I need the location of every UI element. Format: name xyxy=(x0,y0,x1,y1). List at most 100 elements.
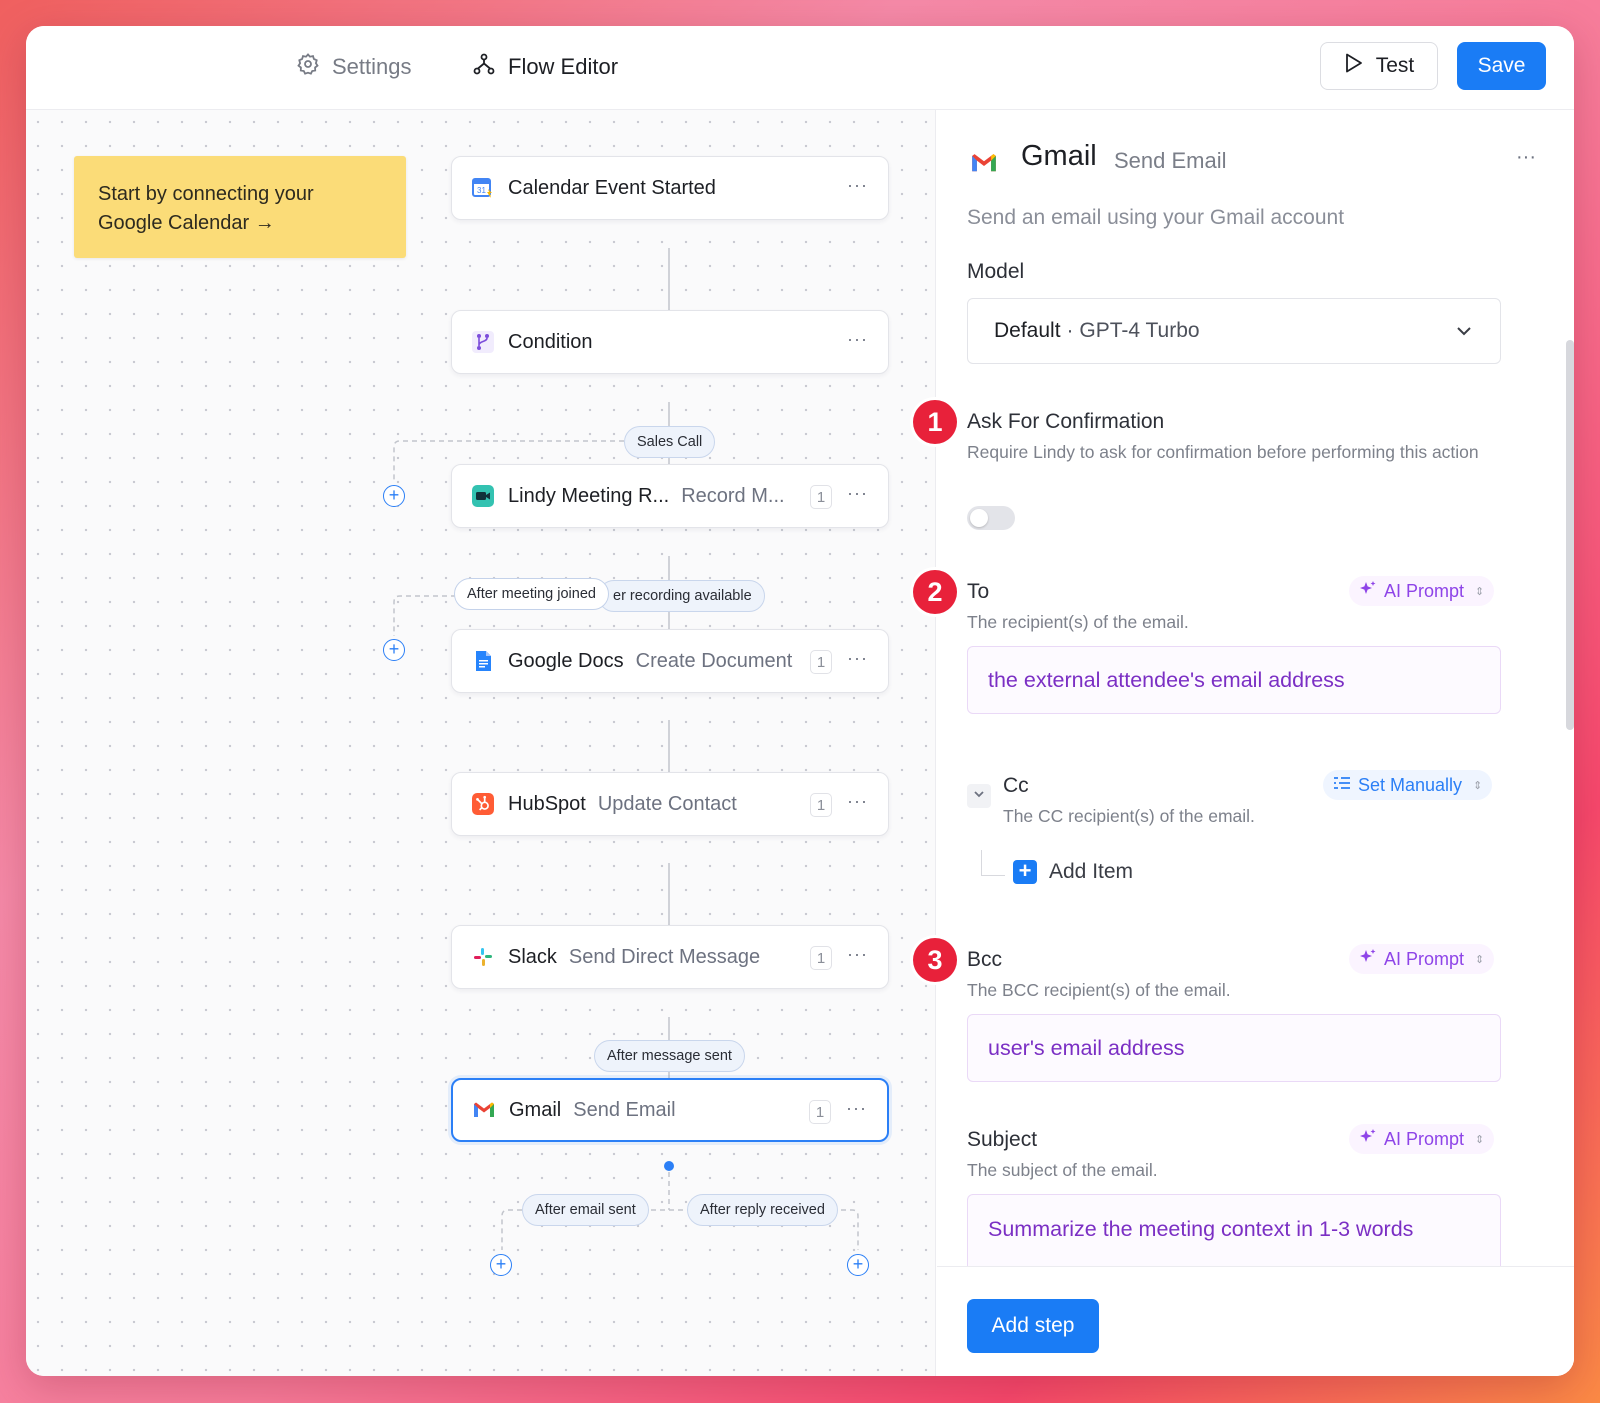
play-icon xyxy=(1344,52,1364,80)
test-button[interactable]: Test xyxy=(1320,42,1438,90)
model-label: Model xyxy=(967,260,1025,283)
gear-icon xyxy=(296,52,320,82)
tab-flow-editor[interactable]: Flow Editor xyxy=(472,52,618,82)
node-menu-button[interactable]: ··· xyxy=(847,329,868,350)
chevron-down-icon xyxy=(1454,321,1474,347)
to-description: The recipient(s) of the email. xyxy=(967,612,1189,632)
branch-label-after-recording-available[interactable]: er recording available xyxy=(598,580,765,612)
node-title: Slack xyxy=(508,945,557,968)
add-branch-step-button[interactable]: + xyxy=(383,639,405,661)
flow-node-condition[interactable]: Condition ··· xyxy=(451,310,889,374)
branch-label-after-reply-received[interactable]: After reply received xyxy=(687,1194,838,1226)
tab-settings[interactable]: Settings xyxy=(296,52,412,82)
node-subtitle: Create Document xyxy=(635,649,793,672)
save-button[interactable]: Save xyxy=(1457,42,1546,90)
ask-confirmation-label: Ask For Confirmation xyxy=(967,410,1165,433)
panel-description: Send an email using your Gmail account xyxy=(967,206,1345,229)
subject-mode-selector[interactable]: AI Prompt ⇕ xyxy=(1349,1124,1495,1154)
node-title: Calendar Event Started xyxy=(508,176,716,199)
updown-icon: ⇕ xyxy=(1473,779,1483,792)
panel-scrollbar[interactable] xyxy=(1566,340,1574,730)
node-title: HubSpot xyxy=(508,792,586,815)
node-count-badge: 1 xyxy=(810,485,832,509)
app-window: Settings Flow Editor Test Save Start by … xyxy=(26,26,1574,1376)
node-subtitle: Send Email xyxy=(573,1098,676,1121)
model-select[interactable]: Default · GPT-4 Turbo xyxy=(967,298,1501,364)
add-branch-step-button[interactable]: + xyxy=(383,485,405,507)
bcc-prompt-input[interactable]: user's email address xyxy=(967,1014,1501,1082)
node-menu-button[interactable]: ··· xyxy=(847,944,868,965)
node-count-badge: 1 xyxy=(810,793,832,817)
sparkle-icon xyxy=(1359,948,1377,971)
subject-mode-label: AI Prompt xyxy=(1384,1128,1465,1149)
cc-label: Cc xyxy=(1003,774,1029,797)
flow-node-google-docs[interactable]: Google Docs Create Document 1 ··· xyxy=(451,629,889,693)
video-camera-icon xyxy=(472,485,494,507)
updown-icon: ⇕ xyxy=(1475,585,1485,598)
tab-flow-editor-label: Flow Editor xyxy=(508,54,619,79)
google-calendar-icon: 31 xyxy=(472,177,494,199)
flow-connectors xyxy=(393,248,859,1250)
node-count-badge: 1 xyxy=(810,946,832,970)
add-branch-step-button[interactable]: + xyxy=(847,1254,869,1276)
branch-label-after-email-sent[interactable]: After email sent xyxy=(522,1194,649,1226)
bcc-mode-selector[interactable]: AI Prompt ⇕ xyxy=(1349,944,1495,974)
ask-confirmation-description: Require Lindy to ask for confirmation be… xyxy=(967,442,1479,462)
node-count-badge: 1 xyxy=(810,650,832,674)
tab-settings-label: Settings xyxy=(332,54,412,79)
node-menu-button[interactable]: ··· xyxy=(847,648,868,669)
branch-icon xyxy=(472,331,494,353)
flow-node-lindy-meeting-recorder[interactable]: Lindy Meeting R... Record M... 1 ··· xyxy=(451,464,889,528)
cc-collapse-toggle[interactable] xyxy=(967,784,991,808)
node-subtitle: Send Direct Message xyxy=(568,945,761,968)
node-menu-button[interactable]: ··· xyxy=(847,175,868,196)
callout-badge-3: 3 xyxy=(913,938,957,982)
bcc-label: Bcc xyxy=(967,948,1003,971)
sticky-note-connect-calendar[interactable]: Start by connecting your Google Calendar… xyxy=(74,156,406,258)
cc-mode-label: Set Manually xyxy=(1358,774,1463,795)
to-label: To xyxy=(967,580,990,603)
ask-confirmation-toggle[interactable] xyxy=(967,506,1015,530)
flow-node-calendar-event-started[interactable]: 31 Calendar Event Started ··· xyxy=(451,156,889,220)
add-branch-step-button[interactable]: + xyxy=(490,1254,512,1276)
flow-canvas[interactable]: Start by connecting your Google Calendar… xyxy=(26,110,936,1376)
cc-mode-selector[interactable]: Set Manually ⇕ xyxy=(1323,770,1493,800)
list-icon xyxy=(1333,775,1351,796)
panel-app-name: Gmail xyxy=(1021,140,1097,172)
sparkle-icon xyxy=(1359,1128,1377,1151)
callout-badge-1: 1 xyxy=(913,400,957,444)
cc-add-item-button[interactable]: + Add Item xyxy=(1013,860,1133,884)
node-menu-button[interactable]: ··· xyxy=(847,791,868,812)
slack-icon xyxy=(472,946,494,968)
sparkle-icon xyxy=(1359,580,1377,603)
branch-label-after-meeting-joined[interactable]: After meeting joined xyxy=(454,578,609,610)
panel-action-name: Send Email xyxy=(1114,148,1227,173)
google-docs-icon xyxy=(472,650,494,672)
node-title: Google Docs xyxy=(508,649,624,672)
node-menu-button[interactable]: ··· xyxy=(847,483,868,504)
hubspot-icon xyxy=(472,793,494,815)
bcc-description: The BCC recipient(s) of the email. xyxy=(967,980,1231,1000)
flow-node-hubspot[interactable]: HubSpot Update Contact 1 ··· xyxy=(451,772,889,836)
panel-menu-button[interactable]: ··· xyxy=(1516,146,1536,169)
gmail-icon xyxy=(473,1099,495,1121)
branch-label-sales-call[interactable]: Sales Call xyxy=(624,426,716,458)
cc-description: The CC recipient(s) of the email. xyxy=(1003,806,1255,826)
subject-prompt-input[interactable]: Summarize the meeting context in 1-3 wor… xyxy=(967,1194,1501,1266)
to-mode-selector[interactable]: AI Prompt ⇕ xyxy=(1349,576,1495,606)
node-menu-button[interactable]: ··· xyxy=(846,1098,867,1119)
add-item-label: Add Item xyxy=(1049,860,1134,883)
branch-label-after-message-sent[interactable]: After message sent xyxy=(594,1040,745,1072)
node-subtitle: Update Contact xyxy=(597,792,737,815)
svg-text:31: 31 xyxy=(477,186,486,195)
updown-icon: ⇕ xyxy=(1475,953,1485,966)
top-bar: Settings Flow Editor Test Save xyxy=(26,26,1574,110)
chevron-down-icon xyxy=(972,787,986,806)
flow-node-gmail[interactable]: Gmail Send Email 1 ··· xyxy=(451,1078,889,1142)
model-select-detail: · GPT-4 Turbo xyxy=(1066,319,1200,342)
node-title: Lindy Meeting R... xyxy=(508,484,670,507)
add-step-button[interactable]: Add step xyxy=(967,1299,1099,1353)
flow-node-slack[interactable]: Slack Send Direct Message 1 ··· xyxy=(451,925,889,989)
gmail-icon xyxy=(971,152,999,180)
to-prompt-input[interactable]: the external attendee's email address xyxy=(967,646,1501,714)
